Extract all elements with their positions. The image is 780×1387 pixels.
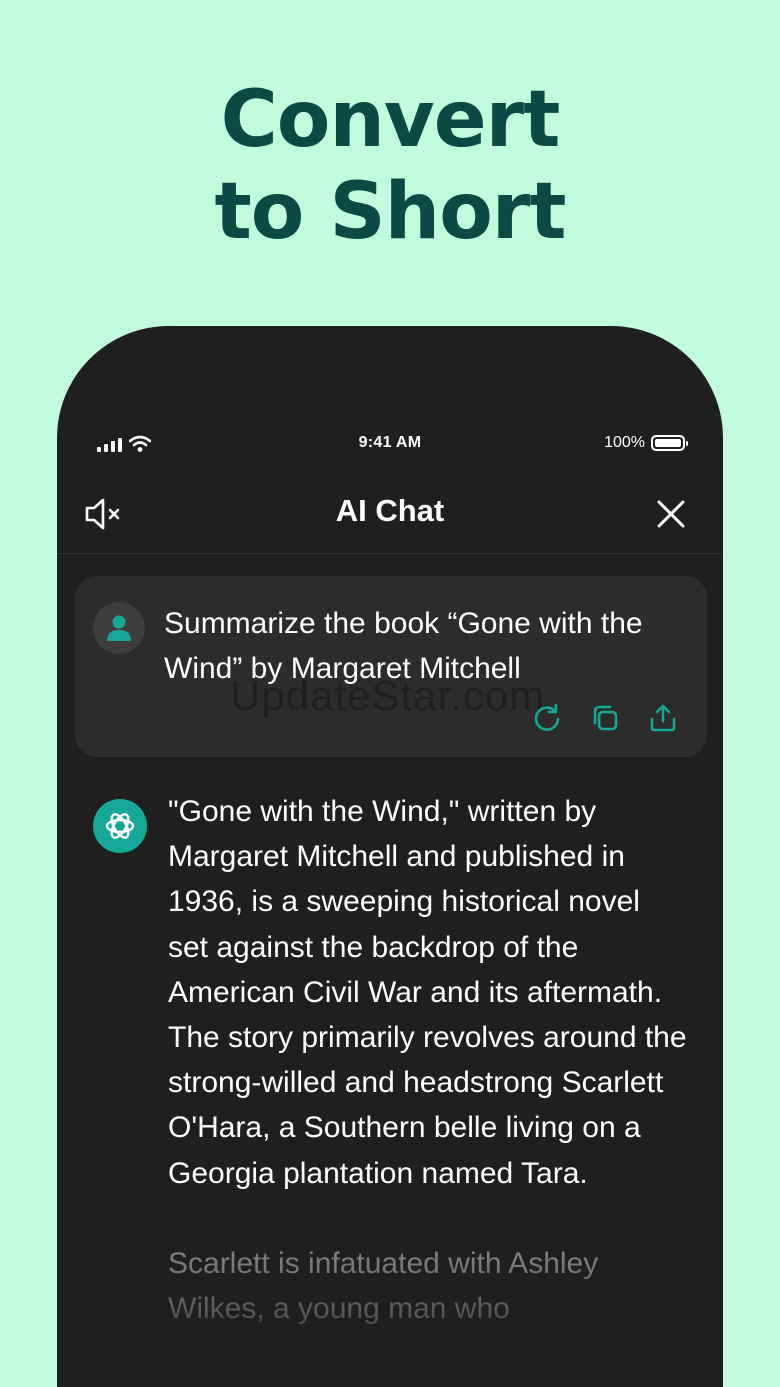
close-icon[interactable] <box>649 492 693 536</box>
phone-frame: 9:41 AM 100% AI Chat Summarize the book … <box>57 326 723 1387</box>
refresh-icon[interactable] <box>531 702 563 734</box>
headline: Convert to Short <box>0 74 780 258</box>
status-bar: 9:41 AM 100% <box>57 430 723 460</box>
openai-logo-icon <box>105 813 135 839</box>
user-message-card: Summarize the book “Gone with the Wind” … <box>75 576 707 757</box>
ai-avatar <box>93 799 147 853</box>
headline-line-2: to Short <box>214 167 566 257</box>
user-icon <box>107 615 131 641</box>
ai-paragraph-1: "Gone with the Wind," written by Margare… <box>168 795 687 1190</box>
ai-paragraph-2: Scarlett is infatuated with Ashley Wilke… <box>168 1241 688 1331</box>
nav-title: AI Chat <box>335 493 445 528</box>
battery-status: 100% <box>604 434 688 452</box>
share-icon[interactable] <box>647 702 679 734</box>
copy-icon[interactable] <box>589 702 621 734</box>
user-avatar <box>93 602 145 654</box>
ai-message-text: "Gone with the Wind," written by Margare… <box>168 789 688 1376</box>
battery-percent: 100% <box>604 434 645 451</box>
watermark: UpdateStar.com <box>230 672 546 719</box>
battery-icon <box>651 435 688 451</box>
headline-line-1: Convert <box>220 75 561 165</box>
nav-bar: AI Chat <box>57 476 723 554</box>
message-actions <box>531 702 679 734</box>
